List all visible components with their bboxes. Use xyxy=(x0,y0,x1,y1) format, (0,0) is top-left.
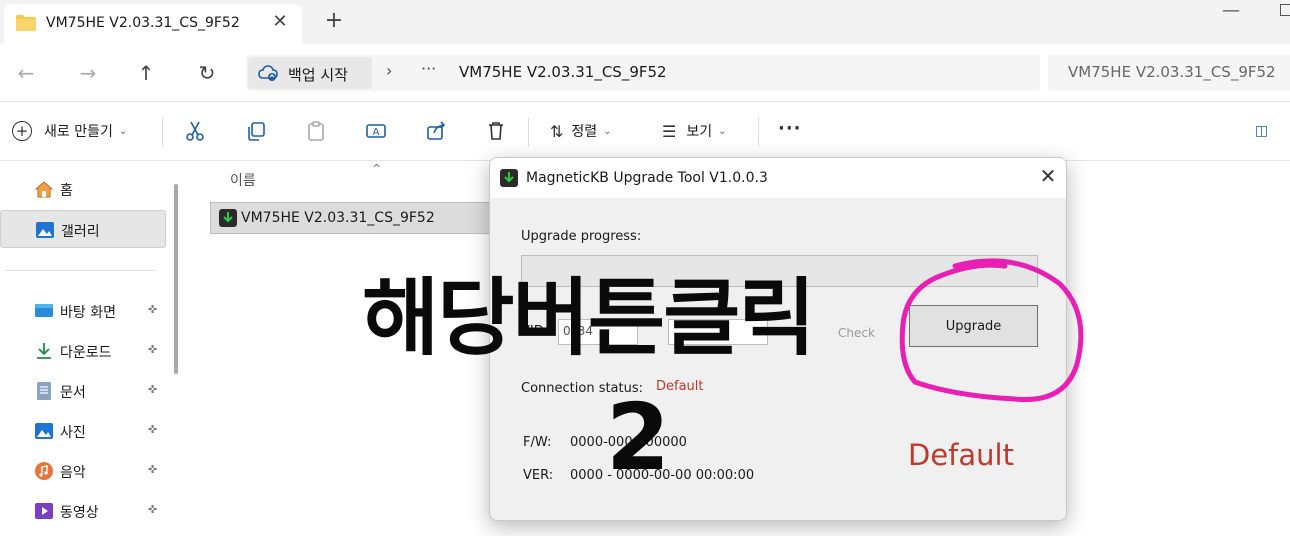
backup-label: 백업 시작 xyxy=(288,66,348,84)
sidebar-item-label: 갤러리 xyxy=(61,224,100,240)
command-bar: + 새로 만들기 ⌄ A ⇅ 정렬 ⌄ ☰ 보기 ⌄ ··· ◫ xyxy=(0,103,1290,161)
ver-label: VER: xyxy=(523,468,554,483)
column-header-name[interactable]: 이름 xyxy=(230,170,256,190)
folder-icon xyxy=(16,15,36,31)
back-button[interactable]: ← xyxy=(14,61,38,85)
desktop-icon xyxy=(35,304,53,317)
sidebar-scrollbar[interactable] xyxy=(174,184,178,374)
backup-button[interactable]: 백업 시작 xyxy=(248,57,372,89)
delete-icon[interactable] xyxy=(484,119,508,143)
share-icon[interactable] xyxy=(424,119,448,143)
sort-label: 정렬 xyxy=(571,124,598,140)
gallery-icon xyxy=(36,222,54,238)
sidebar-divider xyxy=(6,270,156,271)
cloud-sync-icon xyxy=(258,65,278,81)
chevron-down-icon: ⌄ xyxy=(118,125,128,137)
sidebar-item-pictures[interactable]: 사진 ✜ xyxy=(0,412,166,450)
pin-icon[interactable]: ✜ xyxy=(148,303,157,316)
paste-icon[interactable] xyxy=(304,119,328,143)
details-pane-icon[interactable]: ◫ xyxy=(1255,123,1268,139)
search-placeholder: VM75HE V2.03.31_CS_9F52 xyxy=(1068,63,1276,81)
music-icon xyxy=(35,462,53,480)
sidebar-item-label: 음악 xyxy=(60,465,86,481)
sidebar-item-videos[interactable]: 동영상 ✜ xyxy=(0,492,166,530)
pin-icon[interactable]: ✜ xyxy=(148,463,157,476)
fw-label: F/W: xyxy=(523,435,552,450)
pin-icon[interactable]: ✜ xyxy=(148,503,157,516)
address-bar[interactable]: 백업 시작 › ··· VM75HE V2.03.31_CS_9F52 xyxy=(246,55,1040,91)
divider xyxy=(758,117,759,147)
tab-bar: VM75HE V2.03.31_CS_9F52 ✕ + — xyxy=(0,0,1290,44)
sidebar-item-label: 동영상 xyxy=(60,505,99,521)
sidebar-item-label: 사진 xyxy=(60,425,86,441)
tab-active[interactable]: VM75HE V2.03.31_CS_9F52 ✕ xyxy=(4,4,302,44)
sort-caret-icon: ^ xyxy=(372,162,382,175)
sidebar-item-label: 다운로드 xyxy=(60,345,112,361)
view-icon: ☰ xyxy=(662,121,677,141)
pin-icon[interactable]: ✜ xyxy=(148,343,157,356)
sort-icon: ⇅ xyxy=(550,121,564,141)
forward-button[interactable]: → xyxy=(76,61,100,85)
download-icon xyxy=(37,343,51,359)
file-name: VM75HE V2.03.31_CS_9F52 xyxy=(241,210,435,226)
minimize-button[interactable]: — xyxy=(1222,0,1240,21)
plus-icon: + xyxy=(12,121,32,141)
new-button[interactable]: + 새로 만들기 ⌄ xyxy=(12,121,127,141)
pictures-icon xyxy=(35,423,53,439)
refresh-button[interactable]: ↻ xyxy=(195,61,219,85)
annotation-text: 해당버튼클릭 xyxy=(362,269,816,367)
up-button[interactable]: ↑ xyxy=(134,61,158,85)
sidebar-item-gallery[interactable]: 갤러리 xyxy=(0,210,166,248)
navigation-pane: 홈 갤러리 바탕 화면 ✜ 다운로드 ✜ 문서 ✜ 사진 ✜ 음악 ✜ 동영상 … xyxy=(0,162,186,536)
app-icon xyxy=(500,169,518,187)
divider xyxy=(162,117,163,147)
annotation-circle xyxy=(899,258,1084,403)
sidebar-item-home[interactable]: 홈 xyxy=(0,170,166,208)
view-button[interactable]: ☰ 보기 ⌄ xyxy=(662,121,727,141)
maximize-button[interactable] xyxy=(1280,4,1290,16)
progress-label: Upgrade progress: xyxy=(521,229,642,244)
sidebar-item-documents[interactable]: 문서 ✜ xyxy=(0,372,166,410)
breadcrumb-separator: › xyxy=(386,61,393,80)
dialog-title: MagneticKB Upgrade Tool V1.0.0.3 xyxy=(526,170,768,186)
chevron-down-icon: ⌄ xyxy=(718,125,727,137)
breadcrumb-current[interactable]: VM75HE V2.03.31_CS_9F52 xyxy=(459,63,667,81)
search-input[interactable]: VM75HE V2.03.31_CS_9F52 xyxy=(1048,55,1290,91)
sidebar-item-label: 바탕 화면 xyxy=(60,305,116,321)
chevron-down-icon: ⌄ xyxy=(603,125,612,137)
app-icon xyxy=(219,209,237,227)
pin-icon[interactable]: ✜ xyxy=(148,423,157,436)
status-display: Default xyxy=(908,438,1014,472)
tab-close-icon[interactable]: ✕ xyxy=(268,11,292,32)
rename-icon[interactable]: A xyxy=(364,119,388,143)
sidebar-item-downloads[interactable]: 다운로드 ✜ xyxy=(0,332,166,370)
address-row: ← → ↑ ↻ 백업 시작 › ··· VM75HE V2.03.31_CS_9… xyxy=(0,44,1290,102)
svg-text:A: A xyxy=(373,127,380,138)
sidebar-item-desktop[interactable]: 바탕 화면 ✜ xyxy=(0,292,166,330)
sidebar-item-label: 문서 xyxy=(60,385,86,401)
copy-icon[interactable] xyxy=(244,119,268,143)
cut-icon[interactable] xyxy=(183,119,207,143)
sidebar-item-label: 홈 xyxy=(60,183,73,199)
document-icon xyxy=(37,382,51,400)
new-tab-button[interactable]: + xyxy=(322,8,346,33)
sidebar-item-music[interactable]: 음악 ✜ xyxy=(0,452,166,490)
more-options-button[interactable]: ··· xyxy=(778,118,802,139)
file-row[interactable]: VM75HE V2.03.31_CS_9F52 xyxy=(210,202,490,234)
home-icon xyxy=(34,181,54,198)
sort-button[interactable]: ⇅ 정렬 ⌄ xyxy=(550,121,612,141)
annotation-step-number: 2 xyxy=(606,384,671,491)
breadcrumb-overflow-button[interactable]: ··· xyxy=(421,59,436,78)
new-label: 새로 만들기 xyxy=(44,124,113,140)
pin-icon[interactable]: ✜ xyxy=(148,383,157,396)
dialog-close-icon[interactable]: ✕ xyxy=(1036,164,1060,188)
divider xyxy=(528,117,529,147)
check-button[interactable]: Check xyxy=(838,326,875,340)
view-label: 보기 xyxy=(686,124,713,140)
tab-title: VM75HE V2.03.31_CS_9F52 xyxy=(46,15,240,31)
dialog-titlebar[interactable]: MagneticKB Upgrade Tool V1.0.0.3 ✕ xyxy=(490,158,1066,198)
video-icon xyxy=(35,503,53,519)
